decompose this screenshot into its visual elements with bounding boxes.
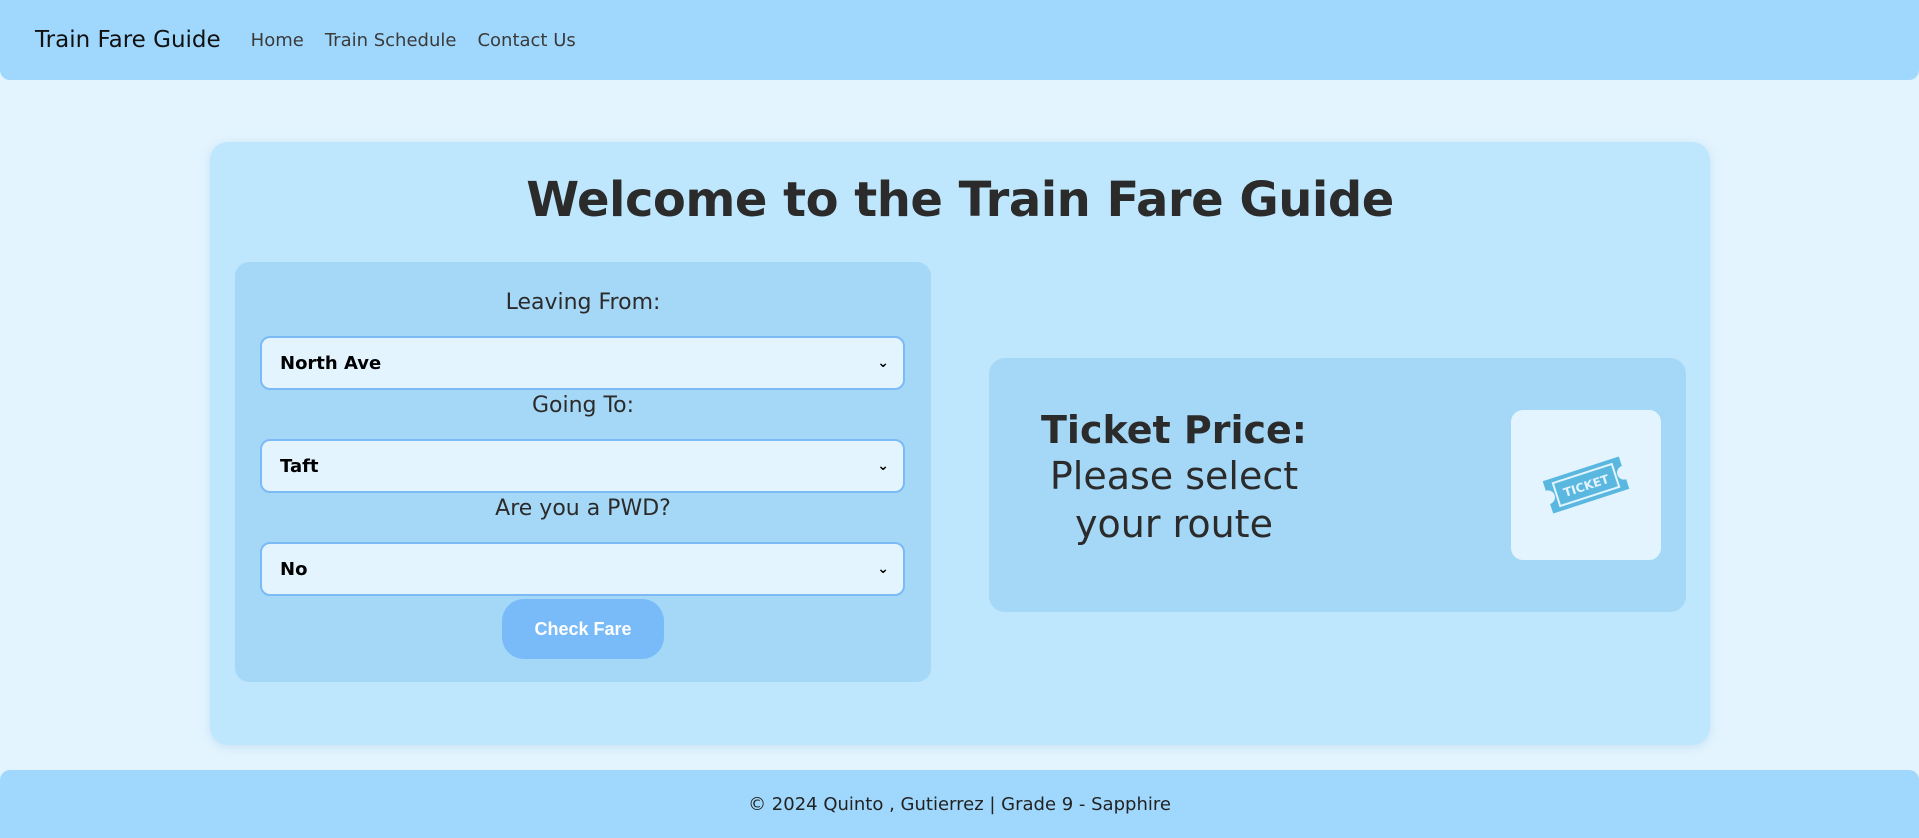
ticket-price-panel: Ticket Price: Please select your route T… xyxy=(989,358,1686,612)
page-title: Welcome to the Train Fare Guide xyxy=(526,172,1394,228)
brand-logo[interactable]: Train Fare Guide xyxy=(35,27,221,53)
chevron-down-icon: ⌄ xyxy=(877,561,889,577)
going-to-select[interactable]: Taft ⌄ xyxy=(260,439,905,493)
navbar: Train Fare Guide Home Train Schedule Con… xyxy=(0,0,1919,80)
leaving-from-select[interactable]: North Ave ⌄ xyxy=(260,336,905,390)
chevron-down-icon: ⌄ xyxy=(877,355,889,371)
check-fare-button[interactable]: Check Fare xyxy=(502,599,664,659)
nav-link-home[interactable]: Home xyxy=(251,30,304,51)
ticket-image-box: TICKET xyxy=(1511,410,1661,560)
chevron-down-icon: ⌄ xyxy=(877,458,889,474)
main-card: Welcome to the Train Fare Guide Leaving … xyxy=(210,142,1710,745)
leaving-from-value: North Ave xyxy=(280,352,382,374)
pwd-label: Are you a PWD? xyxy=(495,496,671,521)
footer: © 2024 Quinto , Gutierrez | Grade 9 - Sa… xyxy=(0,770,1919,838)
footer-text: © 2024 Quinto , Gutierrez | Grade 9 - Sa… xyxy=(748,793,1171,815)
price-text-block: Ticket Price: Please select your route xyxy=(1009,408,1339,548)
ticket-price-title: Ticket Price: xyxy=(1041,408,1307,452)
nav-link-train-schedule[interactable]: Train Schedule xyxy=(325,30,457,51)
pwd-value: No xyxy=(280,558,308,580)
pwd-select[interactable]: No ⌄ xyxy=(260,542,905,596)
ticket-icon: TICKET xyxy=(1542,456,1630,514)
nav-link-contact-us[interactable]: Contact Us xyxy=(477,30,575,51)
going-to-label: Going To: xyxy=(531,393,635,418)
leaving-from-label: Leaving From: xyxy=(505,290,661,315)
going-to-value: Taft xyxy=(280,455,319,477)
fare-form-panel: Leaving From: North Ave ⌄ Going To: Taft… xyxy=(235,262,931,682)
ticket-price-message: Please select your route xyxy=(1049,454,1299,546)
